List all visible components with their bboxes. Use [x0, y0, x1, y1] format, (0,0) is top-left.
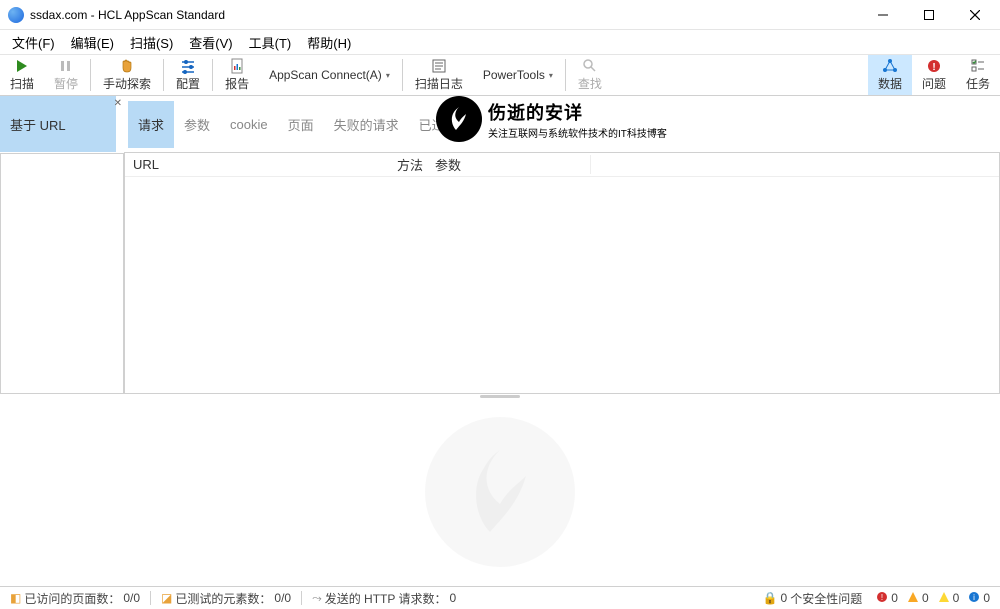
tasks-icon: [970, 58, 986, 74]
grid-header: URL 方法 参数: [125, 153, 999, 177]
col-param[interactable]: 参数: [431, 155, 591, 174]
sev-critical-icon: !: [876, 591, 888, 606]
pages-value: 0/0: [123, 591, 140, 605]
watermark: 伤逝的安详 关注互联网与系统软件技术的IT科技博客: [436, 96, 667, 142]
toolbar: 扫描 暂停 手动探索 配置 报告 AppScan Connect(A) ▾ 扫描…: [0, 54, 1000, 96]
config-button[interactable]: 配置: [166, 55, 210, 95]
menu-scan[interactable]: 扫描(S): [122, 31, 181, 54]
powertools-button[interactable]: PowerTools ▾: [473, 55, 563, 95]
tab-page[interactable]: 页面: [278, 101, 324, 148]
find-button[interactable]: 查找: [568, 55, 612, 95]
issues-view-button[interactable]: ! 问题: [912, 55, 956, 95]
left-tab-strip: 基于 URL ✕: [0, 96, 124, 152]
pages-icon: ◧: [10, 591, 21, 605]
status-severity: ! 0 0 0 i 0: [872, 591, 994, 606]
titlebar: ssdax.com - HCL AppScan Standard: [0, 0, 1000, 30]
app-icon: [8, 7, 24, 23]
menu-help[interactable]: 帮助(H): [299, 31, 359, 54]
pause-icon: [59, 58, 73, 74]
tab-params[interactable]: 参数: [174, 101, 220, 148]
tab-close-icon[interactable]: ✕: [114, 98, 122, 109]
url-based-tab[interactable]: 基于 URL: [0, 96, 116, 152]
sec-count: 0: [781, 591, 788, 605]
menu-file[interactable]: 文件(F): [4, 31, 63, 54]
status-security: 🔒 0 个安全性问题: [759, 590, 867, 607]
lock-icon: 🔒: [763, 591, 778, 605]
left-panel: 基于 URL ✕: [0, 96, 124, 394]
svg-text:!: !: [932, 62, 935, 73]
close-button[interactable]: [952, 0, 998, 30]
menu-edit[interactable]: 编辑(E): [63, 31, 122, 54]
report-button[interactable]: 报告: [215, 55, 259, 95]
status-tested: ◪ 已测试的元素数： 0/0: [157, 590, 295, 607]
watermark-title: 伤逝的安详: [488, 99, 667, 125]
window-controls: [860, 0, 998, 30]
manual-explore-button[interactable]: 手动探索: [93, 55, 161, 95]
svg-text:!: !: [881, 593, 883, 602]
alert-icon: !: [926, 58, 942, 74]
sev-low-icon: i: [968, 591, 980, 606]
tab-cookie[interactable]: cookie: [220, 103, 278, 146]
tab-failed[interactable]: 失败的请求: [324, 101, 409, 148]
menu-tools[interactable]: 工具(T): [241, 31, 300, 54]
right-panel: 请求 参数 cookie 页面 失败的请求 已过滤 伤逝的安详 关注互联网与系统…: [124, 96, 1000, 394]
sliders-icon: [180, 58, 196, 74]
tasks-view-button[interactable]: 任务: [956, 55, 1000, 95]
grid-body[interactable]: [125, 177, 999, 393]
pause-button[interactable]: 暂停: [44, 55, 88, 95]
detail-tabs: 请求 参数 cookie 页面 失败的请求 已过滤 伤逝的安详 关注互联网与系统…: [124, 96, 1000, 152]
sent-value: 0: [450, 591, 457, 605]
tested-value: 0/0: [274, 591, 291, 605]
background-logo-icon: [425, 417, 575, 567]
status-pages: ◧ 已访问的页面数： 0/0: [6, 590, 144, 607]
data-icon: [882, 58, 898, 74]
minimize-button[interactable]: [860, 0, 906, 30]
detail-pane: [0, 398, 1000, 586]
appscan-connect-button[interactable]: AppScan Connect(A) ▾: [259, 55, 400, 95]
play-icon: [15, 58, 29, 74]
scan-log-button[interactable]: 扫描日志: [405, 55, 473, 95]
data-view-button[interactable]: 数据: [868, 55, 912, 95]
col-method[interactable]: 方法: [397, 155, 431, 174]
search-icon: [582, 58, 598, 74]
dropdown-icon: ▾: [386, 71, 390, 80]
workspace: 基于 URL ✕ 请求 参数 cookie 页面 失败的请求 已过滤 伤逝的安详…: [0, 96, 1000, 394]
maximize-button[interactable]: [906, 0, 952, 30]
dropdown-icon: ▾: [549, 71, 553, 80]
status-sent: ⤳ 发送的 HTTP 请求数： 0: [308, 590, 460, 607]
col-url[interactable]: URL: [125, 157, 397, 172]
report-icon: [229, 58, 245, 74]
scan-button[interactable]: 扫描: [0, 55, 44, 95]
menubar: 文件(F) 编辑(E) 扫描(S) 查看(V) 工具(T) 帮助(H): [0, 30, 1000, 54]
svg-text:i: i: [973, 593, 975, 602]
tested-icon: ◪: [161, 591, 172, 605]
tab-filtered[interactable]: 已过滤: [409, 101, 468, 148]
tab-request[interactable]: 请求: [128, 101, 174, 148]
url-tree[interactable]: [0, 153, 124, 394]
menu-view[interactable]: 查看(V): [181, 31, 240, 54]
hand-icon: [119, 58, 135, 74]
statusbar: ◧ 已访问的页面数： 0/0 ◪ 已测试的元素数： 0/0 ⤳ 发送的 HTTP…: [0, 586, 1000, 609]
window-title: ssdax.com - HCL AppScan Standard: [30, 8, 860, 22]
sev-med-icon: [938, 591, 950, 606]
log-icon: [431, 58, 447, 74]
sent-icon: ⤳: [312, 591, 322, 606]
watermark-subtitle: 关注互联网与系统软件技术的IT科技博客: [488, 125, 667, 140]
request-grid: URL 方法 参数: [124, 152, 1000, 394]
sev-high-icon: [907, 591, 919, 606]
